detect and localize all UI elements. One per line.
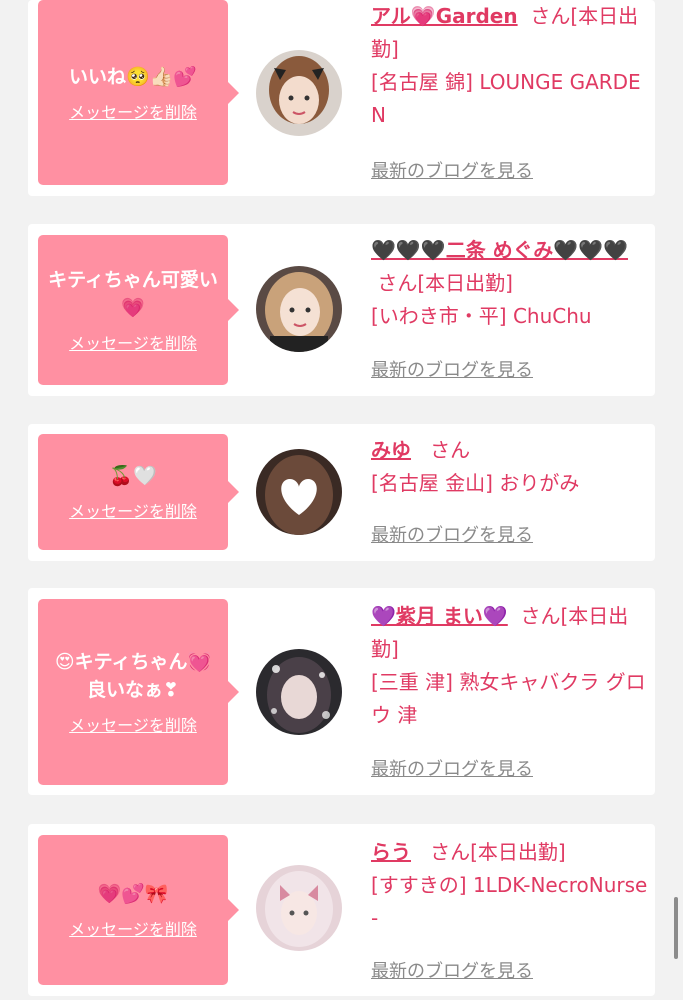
latest-blog-link[interactable]: 最新のブログを見る — [371, 356, 533, 382]
message-card: キティちゃん可愛い💗 メッセージを削除 🖤🖤🖤二条 めぐみ🖤🖤🖤 さん[本日出勤… — [28, 224, 655, 396]
shop-info: [名古屋 錦] LOUNGE GARDEN — [371, 70, 641, 127]
message-card: 😍キティちゃん💓良いなぁ❣ メッセージを削除 💜紫月 まい💜 さん[本日出勤] … — [28, 588, 655, 795]
avatar[interactable] — [256, 50, 342, 136]
shop-info: [いわき市・平] ChuChu — [371, 304, 592, 328]
attendance-status: [本日出勤] — [417, 271, 513, 295]
message-bubble: キティちゃん可愛い💗 メッセージを削除 — [38, 235, 239, 385]
cast-name-link[interactable]: アル💗Garden — [371, 4, 518, 28]
latest-blog-link[interactable]: 最新のブログを見る — [371, 957, 533, 983]
shop-info: [すすきの] 1LDK-NecroNurse- — [371, 873, 648, 930]
cast-name-link[interactable]: 💜紫月 まい💜 — [371, 604, 508, 628]
scrollbar[interactable] — [674, 897, 678, 959]
attendance-status: [本日出勤] — [470, 840, 566, 864]
message-text: キティちゃん可愛い💗 — [48, 269, 218, 319]
message-bubble: いいね🥺👍🏻💕 メッセージを削除 — [38, 0, 239, 185]
cast-info: アル💗Garden さん[本日出勤] [名古屋 錦] LOUNGE GARDEN — [371, 0, 651, 132]
delete-message-link[interactable]: メッセージを削除 — [69, 99, 197, 123]
message-card: いいね🥺👍🏻💕 メッセージを削除 アル💗Garden さん[本日出勤] [名古屋… — [28, 0, 655, 196]
message-text: 🍒🤍 — [109, 465, 157, 487]
latest-blog-link[interactable]: 最新のブログを見る — [371, 755, 533, 781]
message-bubble: 🍒🤍 メッセージを削除 — [38, 434, 239, 550]
honorific: さん — [430, 438, 471, 462]
cast-name-link[interactable]: 🖤🖤🖤二条 めぐみ🖤🖤🖤 — [371, 238, 628, 262]
honorific: さん — [530, 4, 571, 28]
delete-message-link[interactable]: メッセージを削除 — [69, 916, 197, 940]
cast-info: 💜紫月 まい💜 さん[本日出勤] [三重 津] 熟女キャバクラ グロウ 津 — [371, 600, 651, 732]
delete-message-link[interactable]: メッセージを削除 — [69, 498, 197, 522]
latest-blog-link[interactable]: 最新のブログを見る — [371, 157, 533, 183]
shop-info: [三重 津] 熟女キャバクラ グロウ 津 — [371, 670, 646, 727]
cast-info: みゆ さん [名古屋 金山] おりがみ — [371, 434, 651, 500]
avatar-photo — [256, 865, 342, 951]
avatar[interactable] — [256, 649, 342, 735]
message-bubble: 😍キティちゃん💓良いなぁ❣ メッセージを削除 — [38, 599, 239, 785]
message-bubble: 💗💕🎀 メッセージを削除 — [38, 835, 239, 985]
avatar[interactable] — [256, 266, 342, 352]
message-text: いいね🥺👍🏻💕 — [69, 65, 197, 88]
delete-message-link[interactable]: メッセージを削除 — [69, 712, 197, 736]
avatar-photo — [256, 449, 342, 535]
message-text: 😍キティちゃん💓良いなぁ❣ — [54, 651, 212, 701]
cast-name-link[interactable]: みゆ — [371, 438, 411, 462]
latest-blog-link[interactable]: 最新のブログを見る — [371, 521, 533, 547]
avatar-photo — [256, 50, 342, 136]
cast-name-link[interactable]: らう — [371, 840, 411, 864]
message-card: 🍒🤍 メッセージを削除 みゆ さん [名古屋 金山] おりがみ 最新のブログを見… — [28, 424, 655, 561]
delete-message-link[interactable]: メッセージを削除 — [69, 330, 197, 354]
shop-info: [名古屋 金山] おりがみ — [371, 471, 580, 495]
avatar-photo — [256, 266, 342, 352]
message-card: 💗💕🎀 メッセージを削除 らう さん[本日出勤] [すすきの] 1LDK-Nec… — [28, 824, 655, 996]
message-text: 💗💕🎀 — [97, 883, 169, 905]
cast-info: 🖤🖤🖤二条 めぐみ🖤🖤🖤 さん[本日出勤] [いわき市・平] ChuChu — [371, 234, 651, 333]
avatar[interactable] — [256, 449, 342, 535]
honorific: さん — [520, 604, 561, 628]
honorific: さん — [430, 840, 471, 864]
honorific: さん — [377, 271, 418, 295]
cast-info: らう さん[本日出勤] [すすきの] 1LDK-NecroNurse- — [371, 836, 651, 935]
avatar[interactable] — [256, 865, 342, 951]
avatar-photo — [256, 649, 342, 735]
